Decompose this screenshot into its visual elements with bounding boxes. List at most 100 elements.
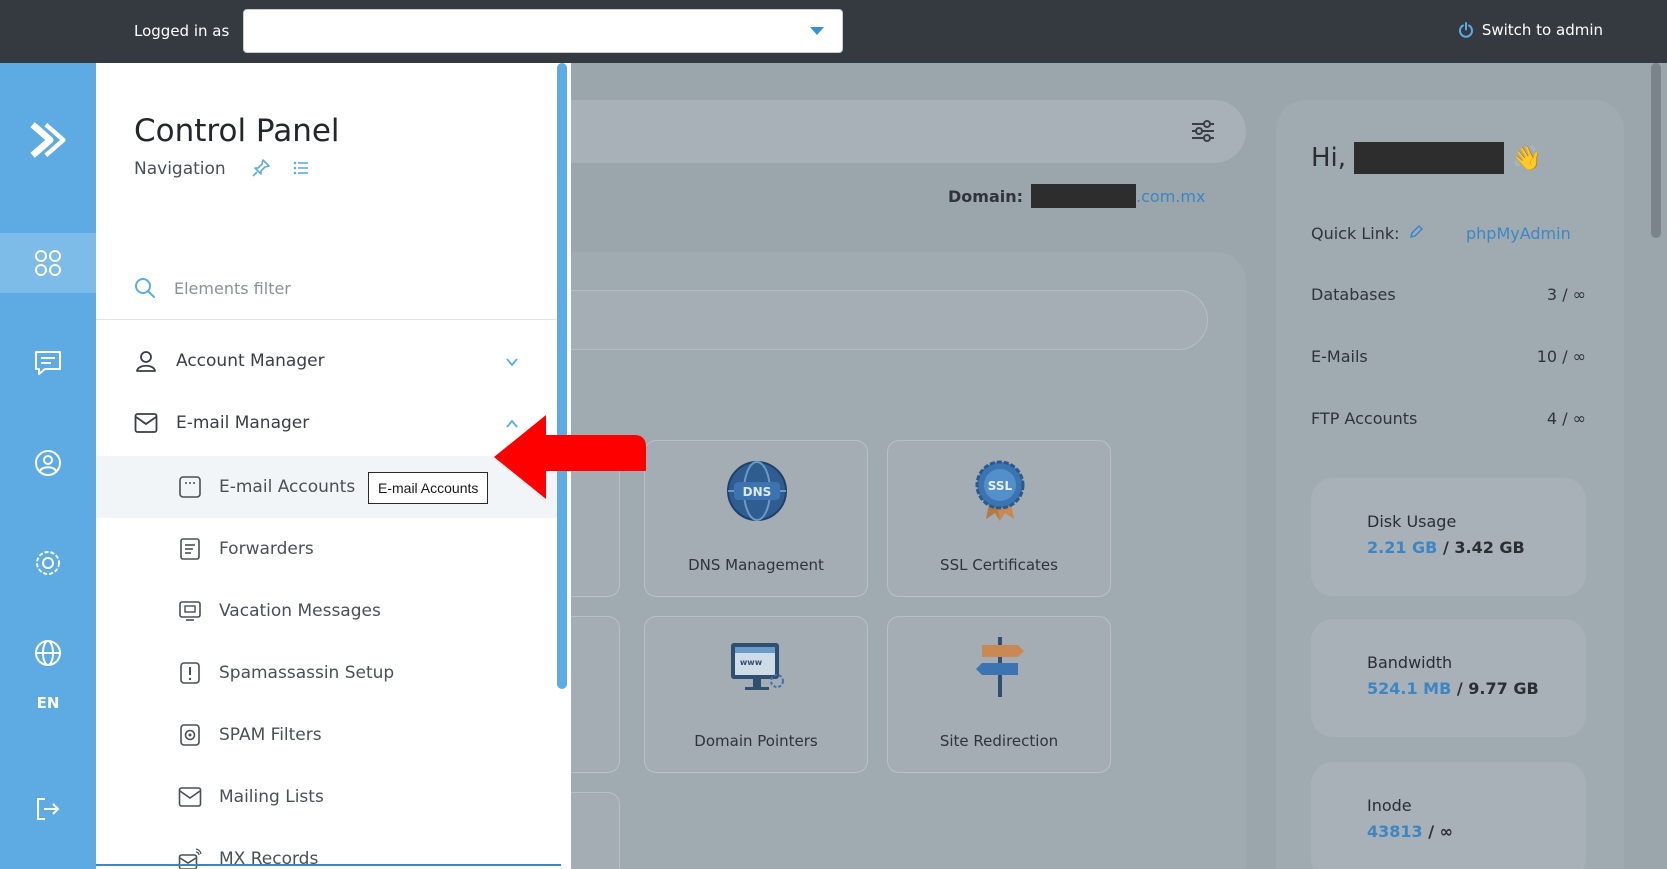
submenu-label: Vacation Messages xyxy=(219,601,381,621)
user-icon xyxy=(136,351,156,372)
menu-forwarders[interactable]: Forwarders xyxy=(96,518,561,580)
caret-down-icon xyxy=(810,27,824,35)
chat-icon xyxy=(35,351,61,375)
search-icon xyxy=(135,278,155,298)
usage-separator: / xyxy=(1456,679,1463,698)
elements-filter xyxy=(96,271,561,320)
stat-databases: Databases 3 / ∞ xyxy=(1311,285,1586,304)
spamassassin-icon xyxy=(180,662,200,684)
drawer-divider xyxy=(96,864,561,866)
ssl-icon: SSL xyxy=(975,460,1025,521)
tile-ssl-certificates[interactable]: SSL SSL Certificates xyxy=(887,440,1111,597)
navigation-label: Navigation xyxy=(134,159,226,179)
rail-apps[interactable] xyxy=(0,233,96,293)
user-select-dropdown[interactable] xyxy=(243,9,843,53)
stat-label: E-Mails xyxy=(1311,347,1368,366)
rail-language[interactable] xyxy=(0,623,96,683)
stat-label: FTP Accounts xyxy=(1311,409,1418,428)
menu-email-manager[interactable]: E-mail Manager xyxy=(96,395,561,451)
tile-label: Site Redirection xyxy=(939,732,1059,750)
signpost-icon xyxy=(976,637,1024,697)
domain-pointers-icon: www xyxy=(731,643,784,690)
usage-disk: Disk Usage 2.21 GB / 3.42 GB xyxy=(1311,478,1586,596)
usage-inode: Inode 43813 / ∞ xyxy=(1311,762,1586,869)
tile-dns-management[interactable]: DNS DNS Management xyxy=(644,440,868,597)
svg-text:DNS: DNS xyxy=(743,485,772,499)
icon-rail: EN xyxy=(0,63,96,869)
switch-to-admin-label: Switch to admin xyxy=(1481,21,1603,39)
rail-messages[interactable] xyxy=(0,333,96,393)
rail-account[interactable] xyxy=(0,433,96,493)
tile-label: Domain Pointers xyxy=(694,732,818,750)
chevron-down-icon xyxy=(506,358,518,367)
usage-used: 524.1 MB xyxy=(1367,679,1452,698)
forwarders-icon xyxy=(180,538,200,560)
user-circle-icon xyxy=(35,450,61,476)
settings-icon xyxy=(36,551,60,575)
usage-separator: / xyxy=(1442,538,1449,557)
submenu-label: Mailing Lists xyxy=(219,787,324,807)
main-search-bar[interactable] xyxy=(540,100,1246,163)
rail-logout[interactable] xyxy=(0,779,96,839)
greeting-text: Hi, xyxy=(1311,143,1347,173)
svg-text:SSL: SSL xyxy=(988,479,1013,493)
usage-total: 3.42 GB xyxy=(1454,538,1525,557)
logout-icon xyxy=(37,798,60,820)
envelope-icon xyxy=(134,413,158,433)
switch-to-admin-button[interactable]: Switch to admin xyxy=(1458,21,1603,39)
waving-hand-icon: 👋 xyxy=(1512,144,1542,172)
filter-sliders-icon[interactable] xyxy=(1190,118,1216,144)
logo-button[interactable] xyxy=(0,100,96,180)
stat-value: 3 / ∞ xyxy=(1546,285,1586,304)
top-bar: Logged in as Switch to admin xyxy=(0,0,1667,63)
tile-site-redirection[interactable]: Site Redirection xyxy=(887,616,1111,773)
logged-in-label: Logged in as xyxy=(134,22,230,40)
menu-group-label: E-mail Manager xyxy=(176,413,310,433)
pencil-icon[interactable] xyxy=(1408,224,1424,240)
menu-spamassassin-setup[interactable]: Spamassassin Setup xyxy=(96,642,561,704)
menu-vacation-messages[interactable]: Vacation Messages xyxy=(96,580,561,642)
submenu-label: SPAM Filters xyxy=(219,725,322,745)
usage-total: ∞ xyxy=(1439,822,1453,841)
usage-total: 9.77 GB xyxy=(1468,679,1539,698)
usage-used: 2.21 GB xyxy=(1367,538,1438,557)
domain-info: Domain: .com.mx xyxy=(948,184,1205,208)
stat-value: 4 / ∞ xyxy=(1546,409,1586,428)
email-accounts-icon xyxy=(179,476,201,498)
elements-filter-input[interactable] xyxy=(174,273,534,303)
tile-label: DNS Management xyxy=(688,556,824,574)
spam-filters-icon xyxy=(180,724,200,746)
quick-link-phpmyadmin[interactable]: phpMyAdmin xyxy=(1466,224,1571,243)
apps-icon xyxy=(35,250,61,276)
mailing-lists-icon xyxy=(178,787,202,807)
usage-title: Inode xyxy=(1367,796,1412,815)
greeting: Hi, 👋 xyxy=(1311,142,1542,174)
pin-icon[interactable] xyxy=(251,158,271,178)
menu-mailing-lists[interactable]: Mailing Lists xyxy=(96,766,561,828)
usage-title: Disk Usage xyxy=(1367,512,1457,531)
language-code[interactable]: EN xyxy=(0,694,96,712)
menu-mx-records[interactable]: MX Records xyxy=(96,828,561,869)
dns-icon: DNS xyxy=(727,461,787,521)
drawer-scrollbar[interactable] xyxy=(557,63,567,689)
email-accounts-tooltip: E-mail Accounts xyxy=(368,472,489,504)
usage-value: 524.1 MB / 9.77 GB xyxy=(1367,679,1539,698)
main-panel-search[interactable] xyxy=(540,290,1208,350)
stat-emails: E-Mails 10 / ∞ xyxy=(1311,347,1586,366)
globe-icon xyxy=(35,640,61,666)
menu-email-accounts[interactable]: E-mail Accounts xyxy=(96,456,561,518)
rail-settings[interactable] xyxy=(0,533,96,593)
menu-account-manager[interactable]: Account Manager xyxy=(96,333,561,389)
usage-bandwidth: Bandwidth 524.1 MB / 9.77 GB xyxy=(1311,619,1586,737)
tile-domain-pointers[interactable]: www Domain Pointers xyxy=(644,616,868,773)
domain-suffix[interactable]: .com.mx xyxy=(1136,187,1205,206)
list-view-icon[interactable] xyxy=(291,158,311,178)
menu-group-label: Account Manager xyxy=(176,351,325,371)
submenu-label: Spamassassin Setup xyxy=(219,663,395,683)
power-icon xyxy=(1458,22,1473,38)
submenu-label: Forwarders xyxy=(219,539,314,559)
menu-spam-filters[interactable]: SPAM Filters xyxy=(96,704,561,766)
vacation-messages-icon xyxy=(179,601,201,621)
page-scrollbar[interactable] xyxy=(1651,63,1661,238)
submenu-label: E-mail Accounts xyxy=(219,477,356,497)
